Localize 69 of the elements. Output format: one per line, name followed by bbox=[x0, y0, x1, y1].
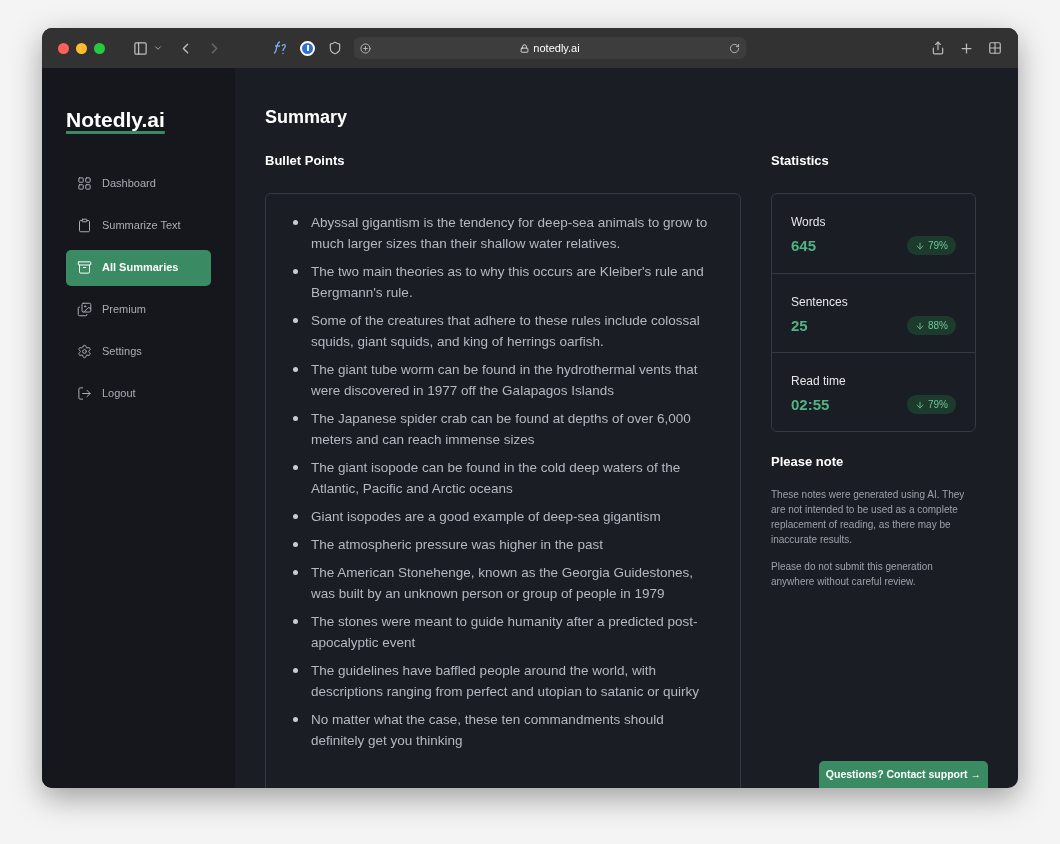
bullet-icon bbox=[293, 667, 298, 673]
change-badge: 88% bbox=[907, 316, 956, 336]
bullet-text: The Japanese spider crab can be found at depths of over 6,000 meters and can reach immense sizes bbox=[311, 409, 692, 449]
bullet-text: The atmospheric pressure was higher in the past bbox=[311, 535, 603, 554]
archive-icon bbox=[77, 260, 92, 275]
tabs-overview-icon[interactable] bbox=[988, 41, 1002, 55]
bullet-icon bbox=[293, 618, 298, 624]
stat-label: Sentences bbox=[791, 293, 849, 311]
stat-value: 02:55 bbox=[791, 394, 830, 415]
stat-value: 645 bbox=[791, 235, 817, 256]
logo[interactable]: Notedly.ai bbox=[66, 108, 165, 131]
arrow-down-icon bbox=[915, 240, 925, 251]
arrow-down-icon bbox=[915, 320, 925, 331]
url-text: notedly.ai bbox=[533, 40, 580, 56]
sidebar-item[interactable]: Logout bbox=[66, 375, 211, 412]
reload-icon[interactable] bbox=[729, 42, 740, 54]
stat-label: Words bbox=[791, 213, 827, 231]
bullet-text: The giant isopode can be found in the cold deep waters of the Atlantic, Pacific and Arctic oceans bbox=[311, 458, 682, 498]
bullet-icon bbox=[293, 513, 298, 519]
page-title: Summary bbox=[265, 106, 349, 129]
bullet-text: The stones were meant to guide humanity after a predicted post-apocalyptic event bbox=[311, 612, 699, 652]
bullet-icon bbox=[293, 716, 298, 722]
sidebar-item[interactable]: Dashboard bbox=[66, 165, 211, 202]
bullet-text: No matter what the case, these ten commandments should definitely get you thinking bbox=[311, 710, 665, 750]
grid-icon bbox=[77, 176, 92, 191]
contact-support-button[interactable]: Questions? Contact support → bbox=[818, 761, 988, 788]
arrow-down-icon bbox=[915, 399, 925, 410]
bullet-text: The guidelines have baffled people around the world, with descriptions ranging from perfect and utopian to satanic or quirky bbox=[311, 661, 700, 701]
chevron-down-icon[interactable] bbox=[153, 43, 163, 53]
stat-value: 25 bbox=[791, 315, 808, 336]
sidebar-toggle-icon[interactable] bbox=[133, 40, 148, 56]
bullet-text: Some of the creatures that adhere to these rules include colossal squids, giant squids, and king of herrings oarfish. bbox=[311, 311, 701, 351]
change-badge: 79% bbox=[907, 236, 956, 256]
logout-icon bbox=[77, 386, 92, 401]
sidebar-item[interactable]: Settings bbox=[66, 333, 211, 370]
new-tab-icon[interactable] bbox=[959, 40, 974, 56]
password-icon[interactable] bbox=[300, 40, 315, 56]
lock-icon bbox=[520, 43, 530, 53]
bullet-text: Giant isopodes are a good example of deep-sea gigantism bbox=[311, 507, 661, 526]
share-icon[interactable] bbox=[931, 41, 945, 55]
bullet-text: The giant tube worm can be found in the hydrothermal vents that were discovered in 1977 off the Galapagos Islands bbox=[311, 360, 699, 400]
sidebar-item[interactable]: Premium bbox=[66, 291, 211, 328]
stat-label: Read time bbox=[791, 372, 847, 390]
bullet-icon bbox=[293, 268, 298, 274]
change-badge: 79% bbox=[907, 395, 956, 415]
bullet-icon bbox=[293, 569, 298, 575]
bullet-icon bbox=[293, 415, 298, 421]
site-icon[interactable] bbox=[360, 42, 371, 54]
bullet-text: The two main theories as to why this occurs are Kleiber's rule and Bergmann's rule. bbox=[311, 262, 705, 302]
bullet-text: The American Stonehenge, known as the Georgia Guidestones, was built by an unknown person or group of people in 1979 bbox=[311, 563, 694, 603]
bullet-icon bbox=[293, 317, 298, 323]
function-icon[interactable] bbox=[271, 41, 287, 55]
settings-icon bbox=[77, 344, 92, 359]
photos-icon bbox=[77, 302, 92, 317]
section-heading: Statistics bbox=[771, 152, 830, 170]
clipboard-icon bbox=[77, 218, 92, 233]
address-bar[interactable]: notedly.ai bbox=[354, 37, 746, 59]
bullet-icon bbox=[293, 464, 298, 470]
sidebar-item[interactable]: Summarize Text bbox=[66, 207, 211, 244]
shield-icon[interactable] bbox=[328, 41, 342, 55]
sidebar-item[interactable]: All Summaries bbox=[66, 249, 211, 286]
note-text: These notes were generated using AI. They are not intended to be used as a complete replacement of reading, as there may be inaccurate results. bbox=[771, 488, 966, 547]
bullet-icon bbox=[293, 541, 298, 547]
note-heading: Please note bbox=[771, 452, 845, 471]
note-text: Please do not submit this generation anywhere without careful review. bbox=[771, 560, 934, 589]
bullet-text: Abyssal gigantism is the tendency for deep-sea animals to grow to much larger sizes than their shallow water relatives. bbox=[311, 213, 709, 253]
bullet-icon bbox=[293, 366, 298, 372]
bullet-icon bbox=[293, 219, 298, 225]
section-heading: Bullet Points bbox=[265, 152, 346, 170]
